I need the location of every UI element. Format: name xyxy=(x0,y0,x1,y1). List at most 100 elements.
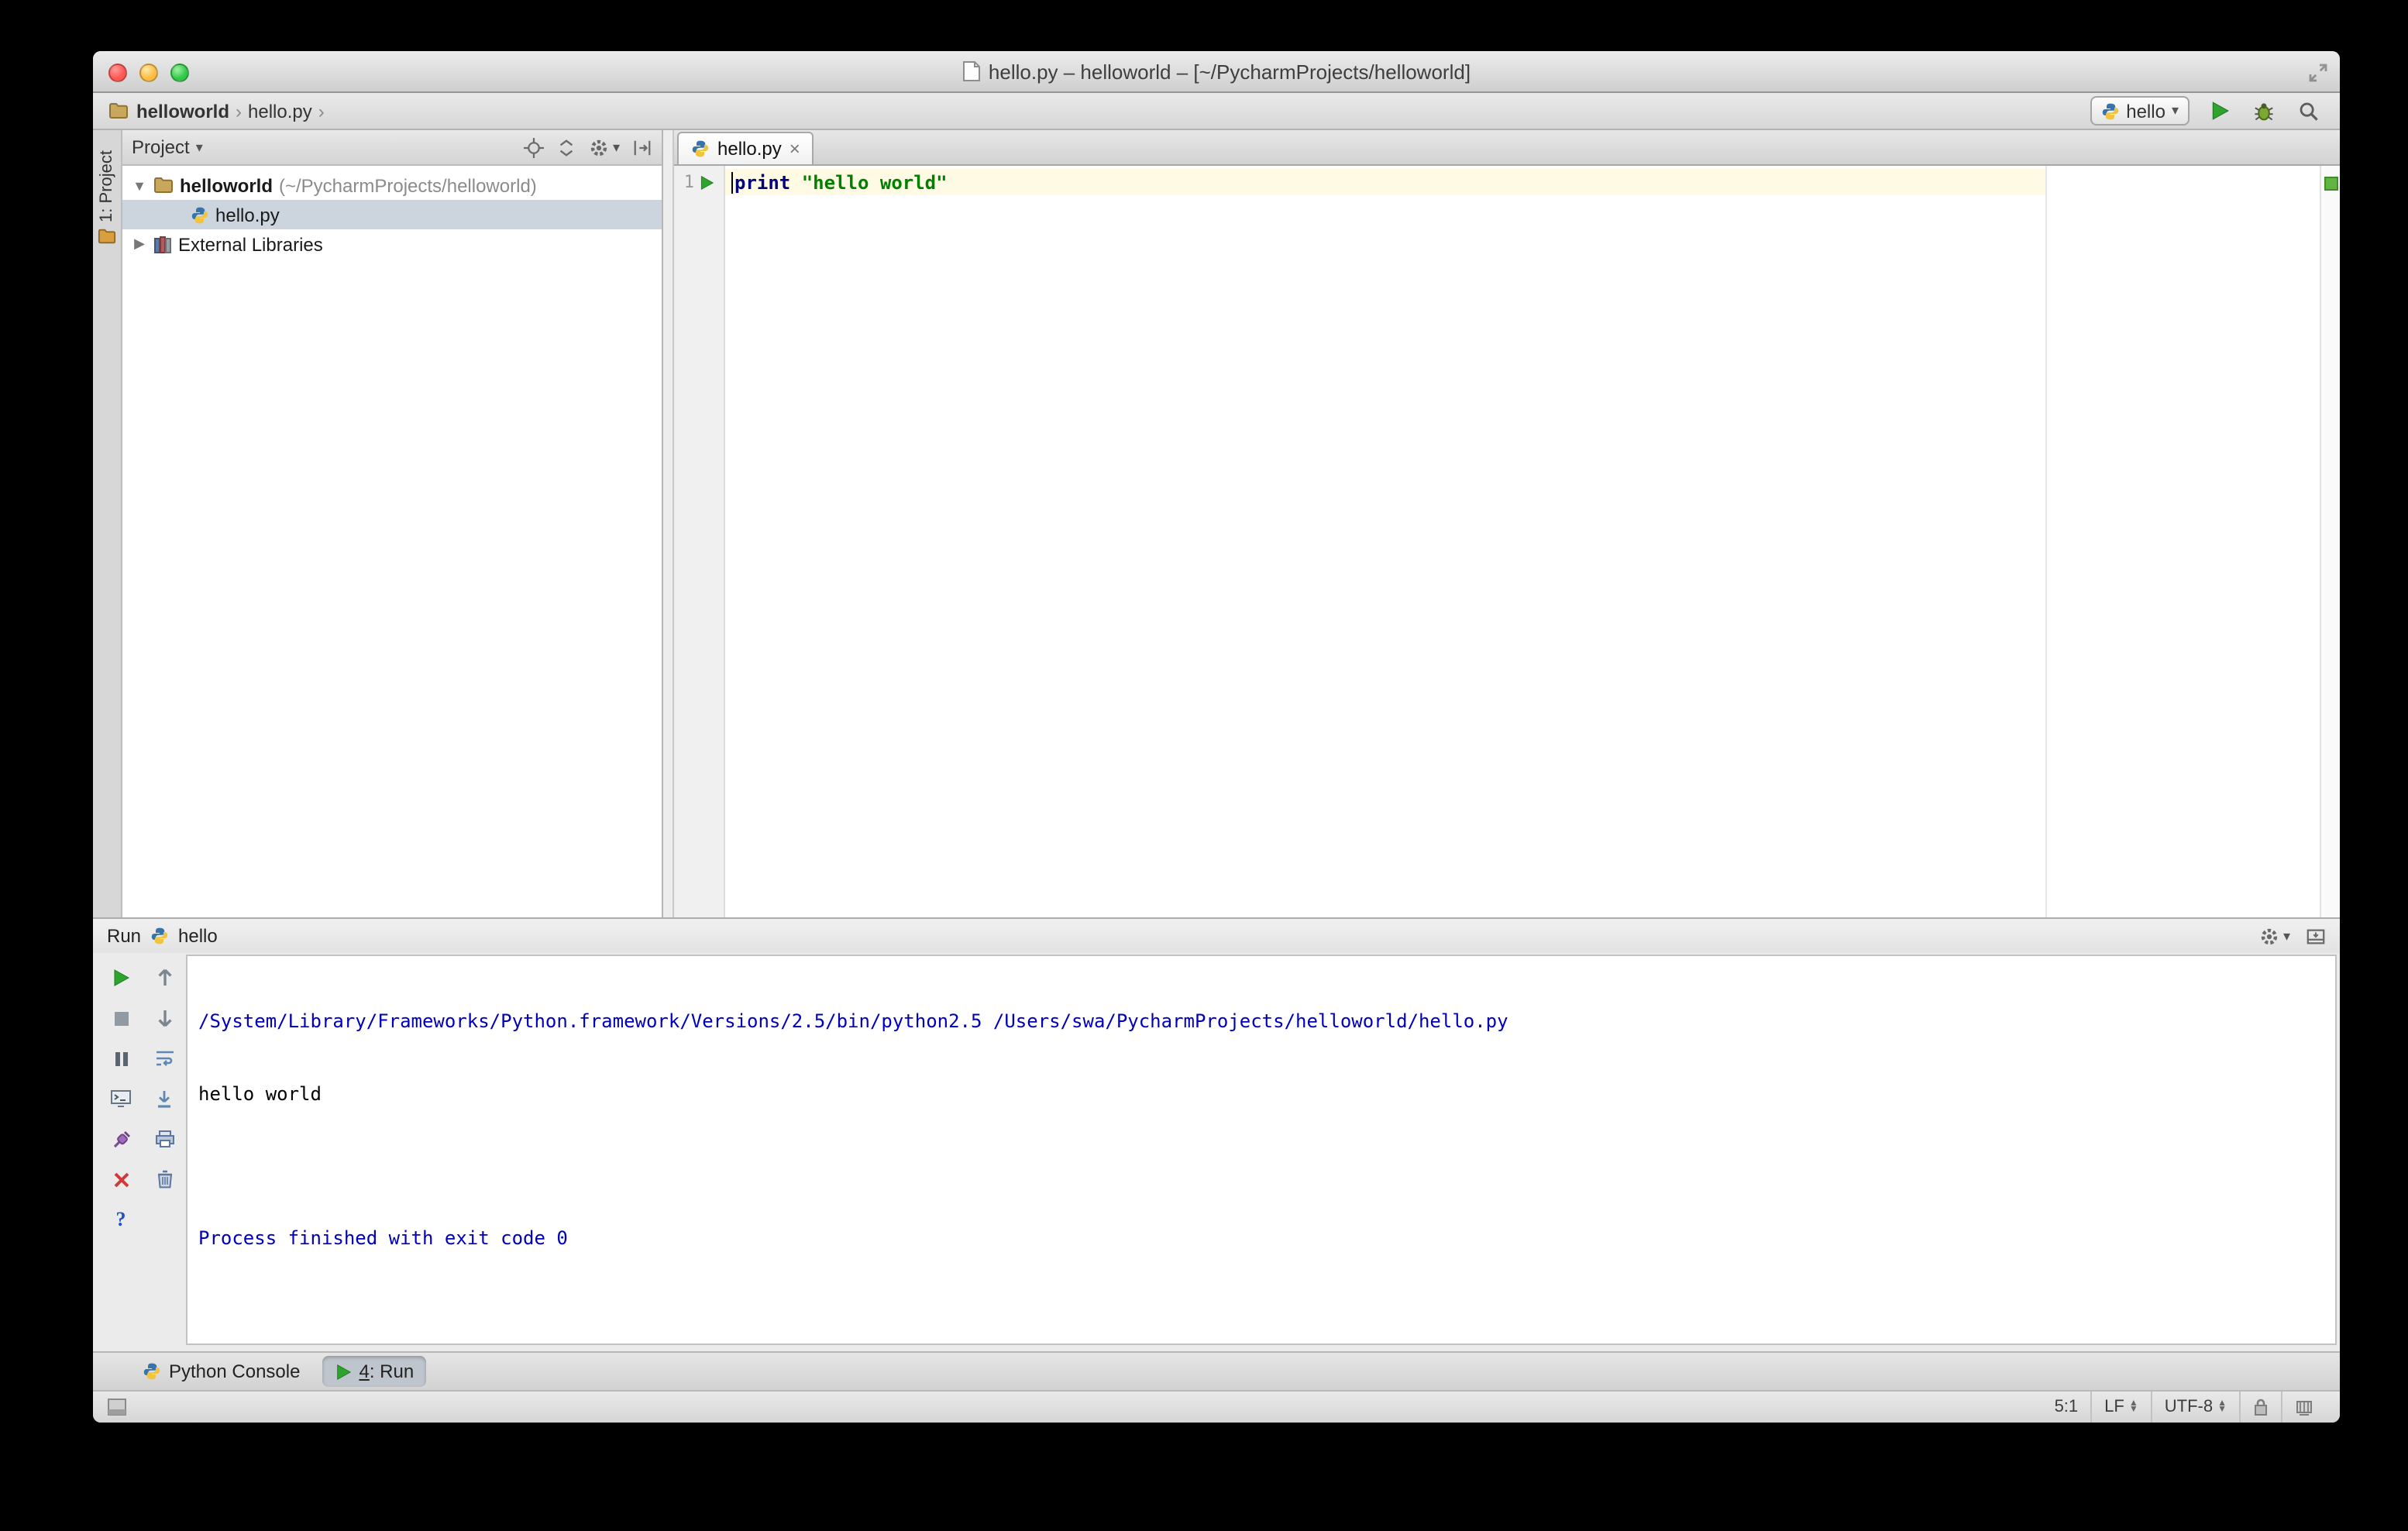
encoding-value: UTF-8 xyxy=(2164,1398,2214,1416)
code-editor[interactable]: 1 print "hello world" xyxy=(674,166,2340,917)
gear-icon xyxy=(591,139,608,156)
inspection-ok-marker[interactable] xyxy=(2324,177,2338,191)
collapsed-arrow-icon[interactable]: ▶ xyxy=(132,236,147,253)
project-root-path: (~/PycharmProjects/helloworld) xyxy=(279,174,537,196)
tree-file-label: hello.py xyxy=(215,204,280,225)
close-panel-button[interactable] xyxy=(107,1168,135,1190)
readonly-lock-widget[interactable] xyxy=(2239,1392,2281,1423)
toolwindow-button-run[interactable]: 4: Run xyxy=(322,1356,427,1387)
collapse-all-icon[interactable] xyxy=(557,137,577,157)
status-bar-widgets: 5:1 LF ▲ ▼ UTF-8 ▲ ▼ xyxy=(2042,1392,2326,1423)
chevron-down-icon: ▾ xyxy=(2282,927,2290,943)
python-file-icon xyxy=(191,206,208,223)
updown-arrows-icon: ▲ ▼ xyxy=(2217,1399,2227,1415)
breadcrumb-project[interactable]: helloworld xyxy=(108,100,229,122)
line-number: 1 xyxy=(683,172,694,192)
run-button[interactable] xyxy=(2203,95,2234,126)
console-line: /System/Library/Frameworks/Python.framew… xyxy=(198,1010,1508,1032)
tab-label: hello.py xyxy=(717,138,782,160)
hide-panel-icon[interactable] xyxy=(632,137,652,157)
tab-close-icon[interactable]: × xyxy=(789,139,800,158)
run-toolwindow-label: 4: Run xyxy=(359,1361,415,1382)
print-button[interactable] xyxy=(150,1128,178,1150)
gear-icon xyxy=(2262,927,2279,944)
panel-splitter[interactable] xyxy=(663,130,674,917)
inspection-stripe xyxy=(2320,166,2340,917)
window-title: hello.py – helloworld – [~/PycharmProjec… xyxy=(988,60,1471,83)
editor-area: hello.py × 1 print "hello world" xyxy=(674,130,2340,917)
tree-row-hello-py[interactable]: hello.py xyxy=(122,200,662,229)
run-header-toolbar: ▾ xyxy=(2260,926,2326,946)
close-window-button[interactable] xyxy=(108,64,127,82)
run-gutter-icon xyxy=(700,174,714,190)
breadcrumb-file[interactable]: hello.py xyxy=(248,100,312,122)
breadcrumb-separator: › xyxy=(236,100,242,122)
python-icon xyxy=(2103,102,2119,119)
clear-all-button[interactable] xyxy=(150,1168,178,1190)
debug-button[interactable] xyxy=(2248,95,2279,126)
run-configuration-combo[interactable]: hello ▾ xyxy=(2090,96,2190,126)
arrow-down-icon xyxy=(157,1010,171,1027)
expanded-arrow-icon[interactable]: ▼ xyxy=(132,177,147,193)
run-panel-title: Run xyxy=(107,925,142,947)
search-everywhere-button[interactable] xyxy=(2293,95,2324,126)
down-stack-button[interactable] xyxy=(150,1007,178,1029)
toolwindow-toggle-icon[interactable] xyxy=(107,1398,127,1416)
run-panel-header: Run hello ▾ xyxy=(93,919,2340,953)
search-icon xyxy=(2300,101,2318,120)
python-icon xyxy=(151,927,168,944)
pycharm-window: hello.py – helloworld – [~/PycharmProjec… xyxy=(93,51,2340,1423)
tab-hello-py[interactable]: hello.py × xyxy=(677,132,814,164)
soft-wrap-icon xyxy=(156,1051,173,1066)
folder-icon xyxy=(154,177,173,193)
rerun-button[interactable] xyxy=(107,967,135,989)
fullscreen-icon[interactable] xyxy=(2309,64,2327,82)
run-icon xyxy=(2211,101,2228,120)
run-toolwindow-icon xyxy=(336,1364,351,1379)
attach-debugger-button[interactable] xyxy=(107,1128,135,1150)
chevron-down-icon: ▾ xyxy=(2171,102,2179,118)
run-console-output[interactable]: /System/Library/Frameworks/Python.framew… xyxy=(186,955,2337,1345)
run-settings-button[interactable]: ▾ xyxy=(2260,926,2290,946)
dock-panel-icon[interactable] xyxy=(2306,926,2326,946)
project-panel: Project ▾ ▾ ▼ helloworld (~/PycharmProje… xyxy=(122,130,663,917)
tree-row-external-libraries[interactable]: ▶ External Libraries xyxy=(122,229,662,259)
tree-row-project-root[interactable]: ▼ helloworld (~/PycharmProjects/hellowor… xyxy=(122,170,662,200)
encoding-widget[interactable]: UTF-8 ▲ ▼ xyxy=(2150,1392,2239,1423)
zoom-window-button[interactable] xyxy=(170,64,189,82)
editor-tab-bar: hello.py × xyxy=(674,130,2340,166)
chevron-down-icon: ▾ xyxy=(612,139,620,154)
caret-position-widget[interactable]: 5:1 xyxy=(2042,1392,2091,1423)
locate-icon[interactable] xyxy=(524,137,545,157)
lock-icon xyxy=(2255,1399,2267,1416)
inspection-hector-icon xyxy=(2296,1401,2312,1416)
sidebar-item-project[interactable]: 1: Project xyxy=(98,150,116,246)
console-icon xyxy=(111,1090,131,1107)
stop-button[interactable] xyxy=(107,1007,135,1029)
string-token: "hello world" xyxy=(801,171,948,193)
inspection-profile-widget[interactable] xyxy=(2281,1392,2326,1423)
project-root-name: helloworld xyxy=(180,174,273,196)
bug-icon xyxy=(2255,102,2273,120)
minimize-window-button[interactable] xyxy=(139,64,158,82)
help-button[interactable]: ? xyxy=(107,1207,135,1230)
stop-icon xyxy=(114,1011,128,1025)
show-console-button[interactable] xyxy=(107,1088,135,1110)
scroll-to-end-button[interactable] xyxy=(150,1088,178,1110)
project-stripe-label: 1: Project xyxy=(98,150,116,222)
run-line-button[interactable] xyxy=(694,174,719,190)
line-separator-widget[interactable]: LF ▲ ▼ xyxy=(2090,1392,2151,1423)
run-toolbar-secondary xyxy=(143,955,186,1345)
settings-button[interactable]: ▾ xyxy=(590,137,620,157)
printer-icon xyxy=(155,1130,174,1147)
pause-button[interactable] xyxy=(107,1048,135,1069)
soft-wrap-button[interactable] xyxy=(150,1048,178,1069)
project-view-selector[interactable]: Project xyxy=(132,136,190,158)
toolwindow-button-python-console[interactable]: Python Console xyxy=(130,1356,312,1387)
trash-icon xyxy=(157,1170,172,1189)
up-stack-button[interactable] xyxy=(150,967,178,989)
status-bar: 5:1 LF ▲ ▼ UTF-8 ▲ ▼ xyxy=(93,1390,2340,1423)
scroll-end-icon xyxy=(158,1091,170,1108)
code-pane[interactable]: print "hello world" xyxy=(725,166,2320,917)
